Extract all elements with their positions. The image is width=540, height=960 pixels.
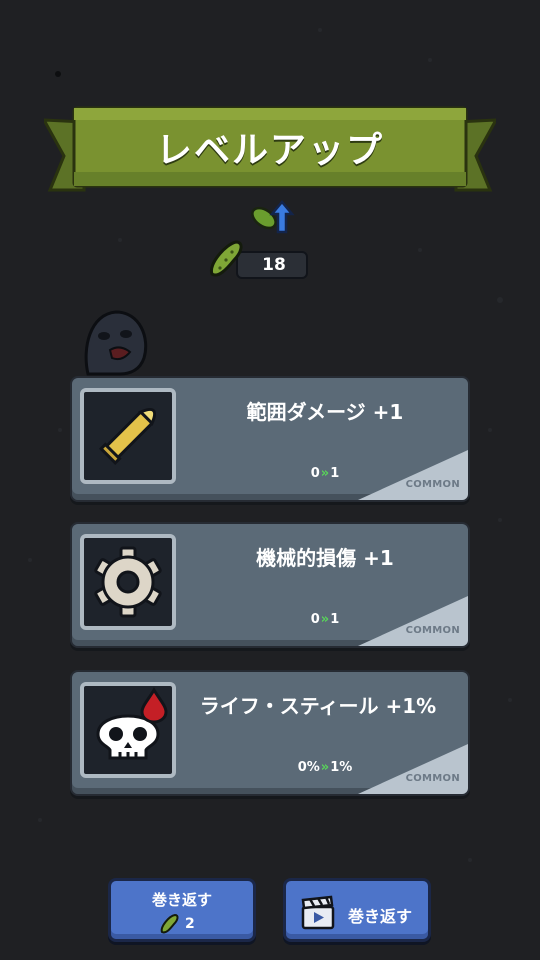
progress-to: 1 — [330, 466, 340, 481]
card-title: 範囲ダメージ +1 — [246, 400, 404, 424]
rarity-corner — [358, 450, 468, 500]
pickle-level-up-icon — [251, 200, 295, 234]
progress-from: 0 — [310, 612, 320, 627]
pickle-icon — [160, 913, 179, 934]
rarity-corner — [358, 744, 468, 794]
progress-arrow-icon: » — [320, 760, 330, 775]
reroll-label: 巻き返す — [151, 891, 212, 909]
card-title: 機械的損傷 +1 — [256, 546, 394, 570]
shadow-creature — [84, 310, 148, 376]
upgrade-card-life-steal[interactable]: ライフ・スティール +1% 0%»1% COMMON — [70, 670, 470, 796]
card-icon-frame — [80, 388, 176, 484]
progress-from: 0% — [297, 760, 320, 775]
card-icon-frame — [80, 682, 176, 778]
ad-reroll-button[interactable]: 巻き返す — [283, 878, 431, 942]
reroll-cost-value: 2 — [185, 916, 195, 932]
progress-arrow-icon: » — [320, 466, 330, 481]
card-title: ライフ・スティール +1% — [199, 694, 437, 718]
clapperboard-icon — [301, 895, 335, 930]
bleeding-skull-icon — [96, 687, 168, 760]
rarity-label: COMMON — [405, 773, 460, 784]
upgrade-card-mechanical-damage[interactable]: 機械的損傷 +1 0»1 COMMON — [70, 522, 470, 648]
rarity-corner — [358, 596, 468, 646]
ad-reroll-label: 巻き返す — [348, 907, 413, 926]
progress-from: 0 — [310, 466, 320, 481]
upgrade-card-area-damage[interactable]: 範囲ダメージ +1 0»1 COMMON — [70, 376, 470, 502]
reroll-button[interactable]: 巻き返す 2 — [108, 878, 256, 942]
progress-to: 1 — [330, 612, 340, 627]
progress-arrow-icon: » — [320, 612, 330, 627]
bullet-icon — [99, 407, 157, 465]
reroll-cost: 2 — [159, 913, 195, 935]
page-title: レベルアップ — [155, 130, 384, 171]
pickle-count: 18 — [262, 255, 286, 275]
rarity-label: COMMON — [405, 625, 460, 636]
gear-icon — [94, 546, 162, 618]
rarity-label: COMMON — [405, 479, 460, 490]
card-icon-frame — [80, 534, 176, 630]
progress-to: 1% — [330, 760, 353, 775]
